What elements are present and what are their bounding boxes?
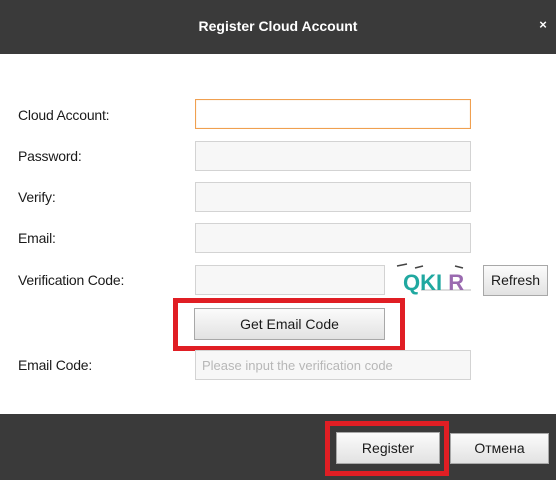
email-code-input[interactable] — [195, 350, 471, 380]
password-input[interactable] — [195, 141, 471, 171]
email-code-label: Email Code: — [18, 357, 93, 373]
get-email-code-button[interactable]: Get Email Code — [194, 308, 385, 340]
verification-code-label: Verification Code: — [18, 272, 125, 288]
password-label: Password: — [18, 148, 82, 164]
captcha-image: QKI R — [396, 263, 471, 295]
verify-label: Verify: — [18, 189, 56, 205]
verification-code-input[interactable] — [195, 265, 385, 295]
captcha-text: QKI R — [403, 270, 464, 295]
verify-password-input[interactable] — [195, 182, 471, 212]
refresh-button[interactable]: Refresh — [483, 265, 548, 296]
cloud-account-label: Cloud Account: — [18, 107, 110, 123]
title-bar: Register Cloud Account × — [0, 0, 556, 54]
dialog-title: Register Cloud Account — [198, 18, 358, 34]
close-button[interactable]: × — [536, 16, 550, 34]
cancel-button[interactable]: Отмена — [450, 433, 549, 464]
dialog-footer: Register Отмена — [0, 414, 556, 480]
email-input[interactable] — [195, 223, 471, 253]
register-button[interactable]: Register — [336, 432, 440, 464]
cloud-account-input[interactable] — [195, 99, 471, 129]
email-label: Email: — [18, 230, 56, 246]
register-cloud-account-dialog: Register Cloud Account × Cloud Account: … — [0, 0, 556, 480]
